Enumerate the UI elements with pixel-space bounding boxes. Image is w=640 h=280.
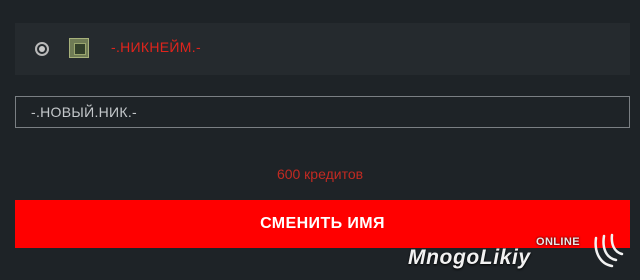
radio-selected-icon[interactable]	[35, 42, 49, 56]
player-row[interactable]: -.НИКНЕЙМ.-	[15, 23, 630, 75]
change-name-button[interactable]: СМЕНИТЬ ИМЯ	[15, 200, 630, 248]
current-nickname: -.НИКНЕЙМ.-	[111, 39, 201, 55]
watermark-name-text: MnogoLikiy	[408, 246, 531, 269]
change-name-panel: -.НИКНЕЙМ.- 600 кредитов СМЕНИТЬ ИМЯ ONL…	[0, 0, 640, 280]
price-label: 600 кредитов	[276, 166, 364, 182]
rank-badge-icon	[69, 38, 89, 58]
new-nickname-input[interactable]	[15, 96, 630, 128]
